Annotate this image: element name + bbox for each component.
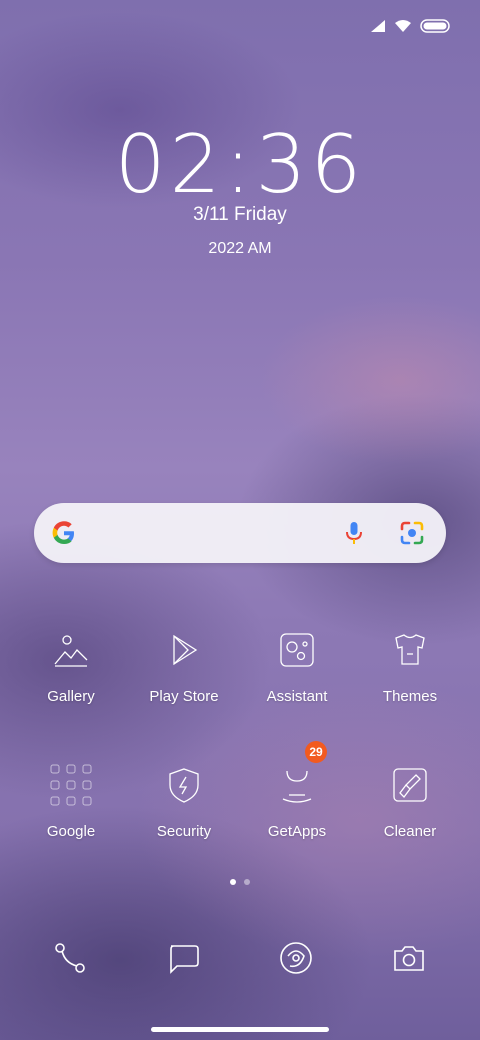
camera-icon bbox=[394, 946, 424, 971]
security-icon bbox=[169, 768, 199, 803]
battery-icon bbox=[420, 19, 450, 33]
app-label: GetApps bbox=[267, 823, 327, 840]
app-label: Cleaner bbox=[383, 823, 437, 840]
app-gallery[interactable]: Gallery bbox=[15, 622, 127, 705]
dock-browser[interactable] bbox=[276, 938, 316, 978]
clock-date: 3/11 Friday bbox=[193, 204, 287, 225]
notification-badge: 29 bbox=[305, 741, 327, 763]
google-search-bar[interactable] bbox=[34, 503, 446, 563]
assistant-icon bbox=[280, 633, 314, 667]
app-label: Themes bbox=[382, 688, 438, 705]
app-label: Google bbox=[46, 823, 96, 840]
google-g-icon[interactable] bbox=[50, 519, 78, 547]
dock-camera[interactable] bbox=[389, 938, 429, 978]
home-indicator[interactable] bbox=[151, 1027, 329, 1032]
getapps-icon bbox=[282, 770, 312, 803]
app-label: Security bbox=[156, 823, 212, 840]
page-dot-active[interactable] bbox=[230, 879, 236, 885]
browser-icon bbox=[280, 942, 312, 974]
messages-icon bbox=[170, 945, 199, 974]
lens-icon[interactable] bbox=[398, 519, 426, 547]
app-label: Gallery bbox=[47, 688, 95, 705]
app-label: Play Store bbox=[149, 688, 219, 705]
app-play-store[interactable]: Play Store bbox=[128, 622, 240, 705]
phone-icon bbox=[55, 943, 85, 973]
wifi-icon bbox=[395, 20, 411, 32]
clock-widget[interactable]: 02:36 3/11 Friday 2022 AM bbox=[0, 120, 480, 258]
clock-time: 02:36 bbox=[114, 118, 366, 211]
app-label: Assistant bbox=[266, 688, 328, 705]
app-security[interactable]: Security bbox=[128, 757, 240, 840]
gallery-icon bbox=[54, 635, 88, 667]
clock-year: 2022 AM bbox=[208, 240, 272, 257]
app-assistant[interactable]: Assistant bbox=[241, 622, 353, 705]
app-cleaner[interactable]: Cleaner bbox=[354, 757, 466, 840]
signal-icon bbox=[371, 20, 385, 32]
themes-icon bbox=[395, 634, 425, 665]
mic-icon[interactable] bbox=[340, 519, 368, 547]
app-themes[interactable]: Themes bbox=[354, 622, 466, 705]
page-dot[interactable] bbox=[244, 879, 250, 885]
dock-phone[interactable] bbox=[50, 938, 90, 978]
dock-messages[interactable] bbox=[163, 938, 203, 978]
page-indicator[interactable] bbox=[0, 879, 480, 885]
status-bar bbox=[370, 19, 450, 33]
app-google-folder[interactable]: Google bbox=[15, 757, 127, 840]
google-folder-icon bbox=[50, 764, 92, 806]
app-getapps[interactable]: 29 GetApps bbox=[241, 741, 353, 840]
cleaner-icon bbox=[393, 768, 427, 802]
play-store-icon bbox=[173, 634, 198, 666]
